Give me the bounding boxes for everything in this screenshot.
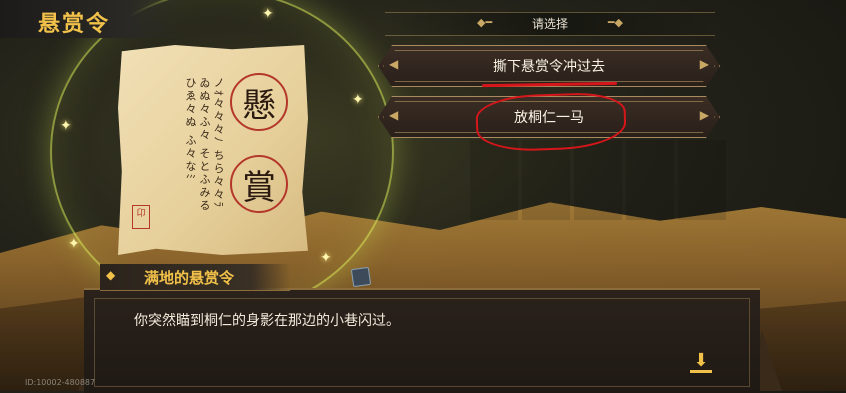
sparkle-icon: ✦ <box>60 118 72 134</box>
choice-prompt: 请选择 <box>531 17 568 31</box>
option-label: 撕下悬赏令冲过去 <box>493 59 605 75</box>
sparkle-icon: ✦ <box>320 250 332 266</box>
ornament-left-icon: ◆━ <box>477 16 493 29</box>
option-button-tear-poster[interactable]: ◀ 撕下悬赏令冲过去 ▶ <box>378 45 720 87</box>
arrow-left-icon: ◀ <box>389 57 399 71</box>
wanted-poster: ノｵ々々々ﾉ ちら々々ﾗ ゐぬ々ふ々 そとふみる ひゑ々ぬ ふ々なﾐ 懸 賞 卬 <box>118 45 308 255</box>
item-card-icon[interactable] <box>350 266 372 288</box>
poster-red-stamp: 卬 <box>132 205 150 229</box>
continue-bar <box>690 370 712 373</box>
arrow-right-icon: ▶ <box>699 108 709 122</box>
choice-prompt-bar: ◆━ 请选择 ━◆ <box>385 12 715 36</box>
poster-handwriting: ノｵ々々々ﾉ ちら々々ﾗ ゐぬ々ふ々 そとふみる ひゑ々ぬ ふ々なﾐ <box>184 77 225 213</box>
dialog-box[interactable]: 你突然瞄到桐仁的身影在那边的小巷闪过。 <box>84 288 760 393</box>
title-bar: 悬赏令 <box>0 0 185 38</box>
background-tiles <box>470 140 730 220</box>
sparkle-icon: ✦ <box>262 6 274 22</box>
arrow-right-icon: ▶ <box>699 57 709 71</box>
poster-seal-bottom: 賞 <box>230 155 288 213</box>
diamond-icon: ◆ <box>106 268 116 282</box>
poster-seal-top: 懸 <box>230 73 288 131</box>
speaker-name: 满地的悬赏令 <box>144 269 235 287</box>
page-title: 悬赏令 <box>38 12 111 37</box>
sparkle-icon: ✦ <box>352 92 364 108</box>
arrow-left-icon: ◀ <box>389 108 399 122</box>
speaker-tag: ◆ 满地的悬赏令 <box>100 264 372 291</box>
ornament-right-icon: ━◆ <box>607 16 623 29</box>
build-id: ID:10002-480887 <box>25 378 96 387</box>
sparkle-icon: ✦ <box>68 236 80 252</box>
dialog-text: 你突然瞄到桐仁的身影在那边的小巷闪过。 <box>134 313 400 329</box>
